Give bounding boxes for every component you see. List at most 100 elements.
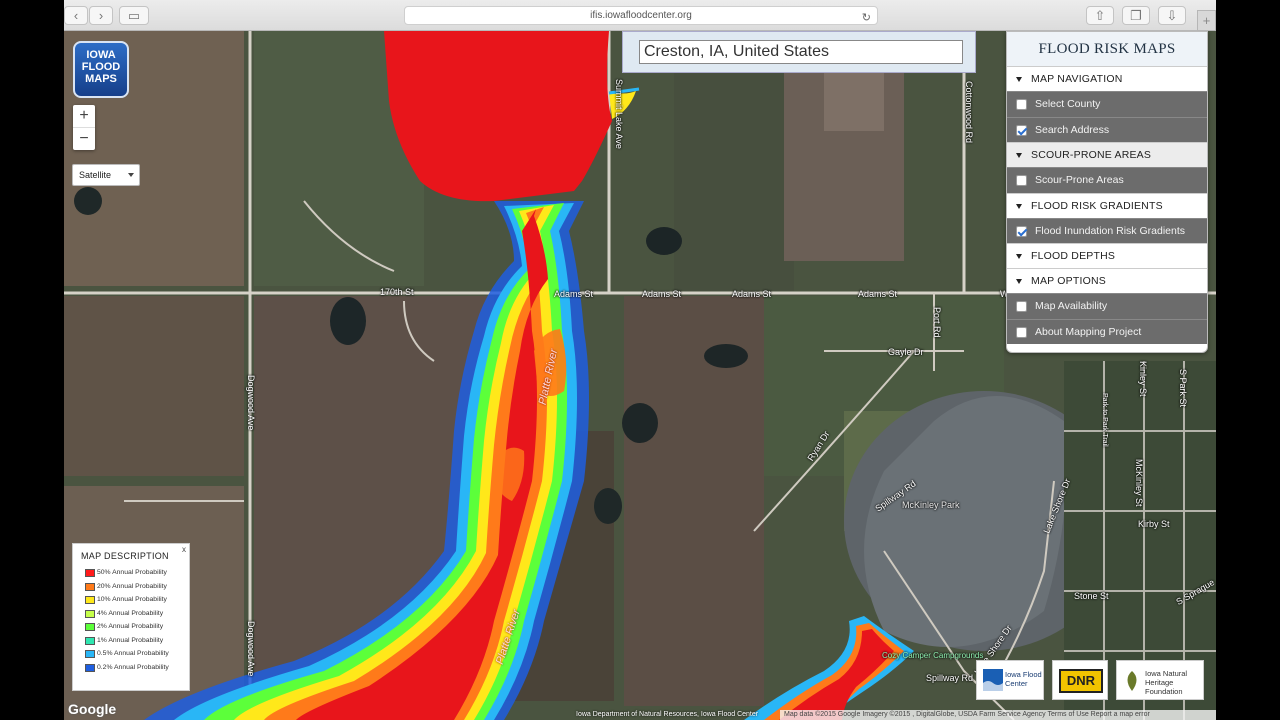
- forward-button[interactable]: ›: [89, 6, 113, 25]
- logo-line-2: FLOOD: [81, 61, 121, 73]
- basemap-select[interactable]: Satellite: [72, 164, 140, 186]
- section-label: MAP OPTIONS: [1031, 275, 1106, 287]
- label-cottonwood-rd: Cottonwood Rd: [964, 81, 974, 144]
- legend-row: 4% Annual Probability: [81, 607, 181, 621]
- triangle-down-icon: [1016, 254, 1022, 259]
- sidebar-toggle-button[interactable]: ▭: [119, 6, 149, 25]
- item-select-county[interactable]: Select County: [1007, 91, 1207, 117]
- label-summit-lake-ave: Summit Lake Ave: [614, 79, 624, 149]
- section-label: FLOOD DEPTHS: [1031, 250, 1116, 262]
- share-icon: ⇧: [1094, 8, 1106, 23]
- screen-margin-left: [0, 0, 64, 720]
- address-search-input[interactable]: [639, 40, 963, 64]
- legend-label: 50% Annual Probability: [97, 569, 167, 576]
- legend-row: 20% Annual Probability: [81, 580, 181, 594]
- item-flood-inundation-risk[interactable]: Flood Inundation Risk Gradients: [1007, 217, 1207, 243]
- legend-label: 1% Annual Probability: [97, 636, 164, 644]
- triangle-down-icon: [1016, 153, 1022, 158]
- legend-label: 0.5% Annual Probability: [97, 650, 169, 657]
- legend-row: 10% Annual Probability: [81, 593, 181, 607]
- legend-swatch: [85, 582, 95, 591]
- label-park-to-park-trail: Park to Park Trail: [1101, 393, 1108, 447]
- iowa-flood-maps-logo[interactable]: IOWA FLOOD MAPS: [73, 41, 129, 98]
- address-bar[interactable]: ifis.iowafloodcenter.org ↻: [404, 6, 878, 25]
- about-mapping-checkbox[interactable]: [1016, 326, 1027, 338]
- label-adams-st-1: Adams St: [554, 289, 594, 299]
- zoom-in-button[interactable]: +: [73, 105, 95, 127]
- legend-swatch: [85, 663, 95, 672]
- item-map-availability[interactable]: Map Availability: [1007, 293, 1207, 319]
- item-label: Search Address: [1035, 123, 1110, 136]
- legend-label: 2% Annual Probability: [97, 623, 164, 630]
- item-label: Select County: [1035, 98, 1101, 110]
- panel-title: FLOOD RISK MAPS: [1007, 32, 1207, 66]
- label-kirby-st: Kirby St: [1138, 519, 1170, 529]
- data-credit: Iowa Department of Natural Resources, Io…: [576, 711, 759, 718]
- partner-dnr[interactable]: DNR: [1052, 660, 1108, 700]
- back-button[interactable]: ‹: [64, 6, 88, 25]
- browser-toolbar: ‹ › ▭ ifis.iowafloodcenter.org ↻ ⇧ ❐ ⇩: [64, 0, 1216, 31]
- label-kinley-st: Kinley St: [1138, 361, 1148, 397]
- legend-swatch: [85, 596, 95, 604]
- google-logo[interactable]: Google: [68, 701, 116, 717]
- search-address-checkbox[interactable]: [1016, 124, 1027, 136]
- label-stone-st: Stone St: [1074, 591, 1109, 601]
- map-canvas[interactable]: 170th St Adams St Adams St Adams St Adam…: [64, 31, 1216, 720]
- label-gayle-dr: Gayle Dr: [888, 347, 924, 357]
- partner-inhf[interactable]: Iowa Natural Heritage Foundation: [1116, 660, 1204, 700]
- legend-close-button[interactable]: x: [182, 545, 186, 554]
- item-scour-prone-areas[interactable]: Scour-Prone Areas: [1007, 167, 1207, 193]
- tabs-button[interactable]: ❐: [1122, 6, 1150, 25]
- item-label: Flood Inundation Risk Gradients: [1035, 224, 1185, 237]
- legend-label: 0.2% Annual Probability: [97, 663, 169, 671]
- url-text: ifis.iowafloodcenter.org: [590, 10, 692, 21]
- map-legend: MAP DESCRIPTION x 50% Annual Probability…: [72, 543, 190, 691]
- panel-footer: [1007, 344, 1207, 354]
- section-map-navigation[interactable]: MAP NAVIGATION: [1007, 66, 1207, 91]
- legend-swatch: [85, 623, 95, 631]
- legend-label: 20% Annual Probability: [97, 582, 167, 590]
- section-scour-prone-areas[interactable]: SCOUR-PRONE AREAS: [1007, 142, 1207, 167]
- screen-margin-right: [1216, 0, 1280, 720]
- triangle-down-icon: [1016, 279, 1022, 284]
- partner-label: DNR: [1059, 669, 1103, 693]
- select-county-checkbox[interactable]: [1016, 99, 1027, 110]
- partner-iowa-flood-center[interactable]: Iowa Flood Center: [976, 660, 1044, 700]
- new-tab-button[interactable]: +: [1197, 10, 1216, 31]
- flood-inundation-checkbox[interactable]: [1016, 225, 1027, 237]
- legend-row: 0.2% Annual Probability: [81, 661, 181, 675]
- label-dogwood-ave-1: Dogwood Ave: [246, 375, 256, 431]
- zoom-out-button[interactable]: −: [73, 127, 95, 149]
- section-flood-risk-gradients[interactable]: FLOOD RISK GRADIENTS: [1007, 192, 1207, 218]
- chevron-left-icon: ‹: [73, 8, 79, 23]
- logo-line-1: IOWA: [86, 49, 116, 61]
- section-map-options[interactable]: MAP OPTIONS: [1007, 268, 1207, 293]
- map-availability-checkbox[interactable]: [1016, 301, 1027, 312]
- legend-swatch: [85, 609, 95, 618]
- section-label: MAP NAVIGATION: [1031, 73, 1123, 85]
- sidebar-icon: ▭: [127, 8, 141, 23]
- item-about-mapping-project[interactable]: About Mapping Project: [1007, 318, 1207, 344]
- reload-icon[interactable]: ↻: [862, 9, 871, 27]
- map-attribution[interactable]: Map data ©2015 Google Imagery ©2015 , Di…: [780, 710, 1216, 720]
- section-label: FLOOD RISK GRADIENTS: [1031, 199, 1163, 212]
- legend-swatch: [85, 636, 95, 645]
- downloads-button[interactable]: ⇩: [1158, 6, 1186, 25]
- legend-swatch: [85, 569, 95, 577]
- address-search-panel: [622, 31, 976, 73]
- label-port-rd: Port Rd: [932, 307, 942, 338]
- legend-row: 0.5% Annual Probability: [81, 647, 181, 661]
- basemap-selected-value: Satellite: [79, 170, 112, 180]
- item-label: Scour-Prone Areas: [1035, 174, 1124, 186]
- share-button[interactable]: ⇧: [1086, 6, 1114, 25]
- label-dogwood-ave-2: Dogwood Ave: [246, 621, 256, 677]
- item-search-address[interactable]: Search Address: [1007, 116, 1207, 142]
- item-label: About Mapping Project: [1035, 325, 1142, 338]
- label-cozy-camper: Cozy Camper Campgrounds: [882, 651, 984, 660]
- section-flood-depths[interactable]: FLOOD DEPTHS: [1007, 243, 1207, 268]
- label-mckinley-st: McKinley St: [1134, 459, 1144, 507]
- download-icon: ⇩: [1166, 8, 1178, 23]
- legend-label: 4% Annual Probability: [97, 609, 164, 617]
- triangle-down-icon: [1016, 77, 1022, 82]
- scour-prone-checkbox[interactable]: [1016, 175, 1027, 186]
